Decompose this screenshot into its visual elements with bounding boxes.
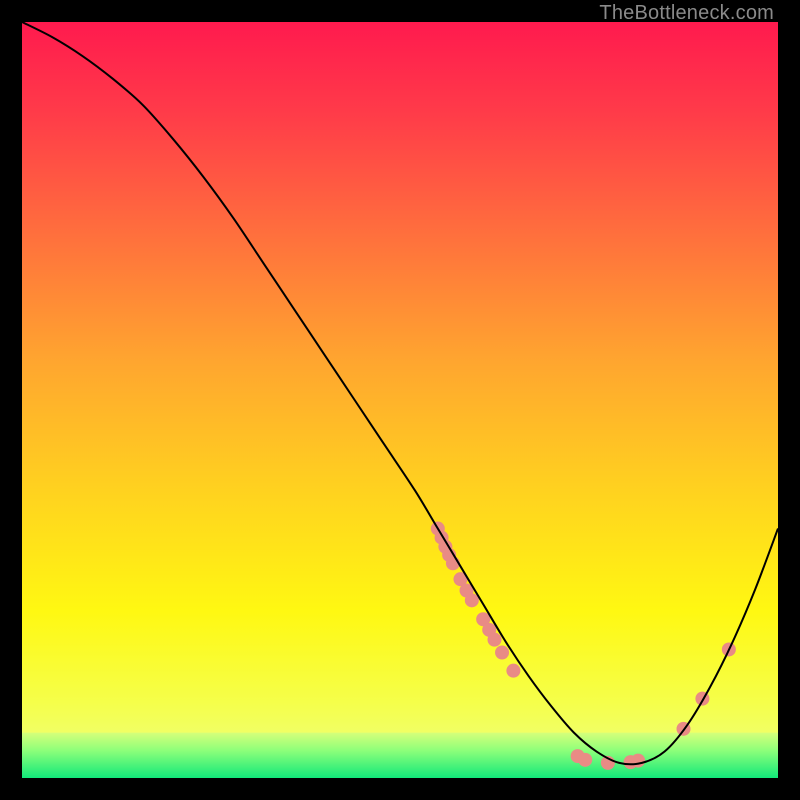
data-point [578,753,592,767]
bottleneck-chart [22,22,778,778]
watermark-text: TheBottleneck.com [599,2,774,25]
data-point [488,633,502,647]
data-point [465,593,479,607]
chart-frame [22,22,778,778]
gradient-background [22,22,778,778]
optimal-band [22,733,778,778]
data-point [506,664,520,678]
data-point [495,646,509,660]
data-point [631,754,645,768]
